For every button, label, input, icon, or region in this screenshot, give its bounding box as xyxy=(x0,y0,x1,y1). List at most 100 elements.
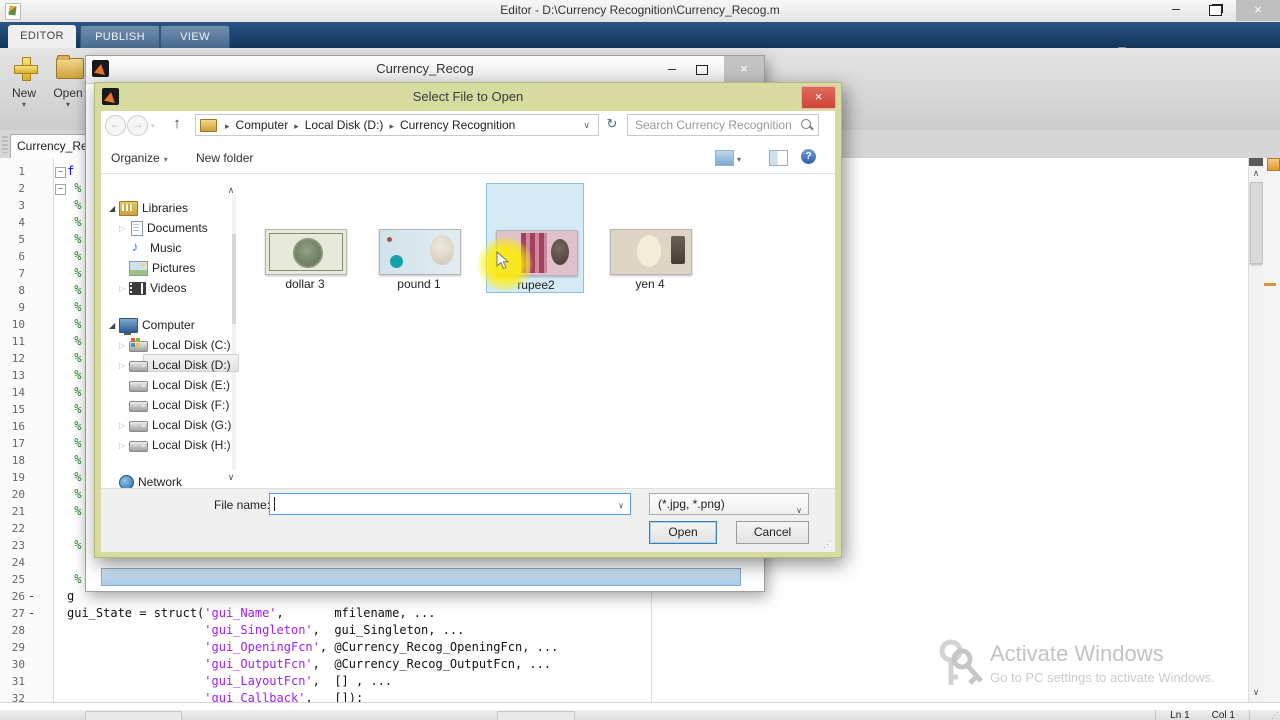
warning-tick-marker[interactable] xyxy=(1264,283,1276,286)
code-fold-icon[interactable]: − xyxy=(55,167,66,178)
code-text: % xyxy=(67,504,82,518)
tree-expander-icon[interactable]: ▷ xyxy=(119,284,129,293)
open-button-label: Open xyxy=(53,86,83,100)
file-name-input[interactable]: ∨ xyxy=(269,493,631,515)
line-number: 28 xyxy=(11,624,25,637)
open-folder-icon xyxy=(56,55,84,79)
tree-item-libraries[interactable]: ◢ Libraries xyxy=(109,199,188,217)
line-number: 16 xyxy=(11,420,25,433)
figure-maximize-icon[interactable] xyxy=(696,65,708,75)
yen-banknote-thumbnail xyxy=(610,229,692,275)
back-button[interactable]: ← xyxy=(105,115,126,136)
ribbon-tab-publish[interactable]: PUBLISH xyxy=(80,25,160,49)
line-number: 6 xyxy=(18,250,25,263)
figure-minimize-icon[interactable]: – xyxy=(662,61,682,75)
search-input[interactable]: Search Currency Recognition xyxy=(627,114,819,136)
figure-title-bar[interactable]: Currency_Recog – × xyxy=(86,56,764,84)
dialog-resize-grip[interactable]: ⋰ xyxy=(823,539,832,550)
tree-item-local-disk-d-[interactable]: ▷ Local Disk (D:) xyxy=(119,356,231,374)
tree-expander-icon[interactable]: ▷ xyxy=(119,224,129,233)
file-type-select[interactable]: (*.jpg, *.png) ∨ xyxy=(649,493,809,515)
restore-icon[interactable] xyxy=(1209,5,1222,16)
open-dropdown-caret[interactable]: ▾ xyxy=(48,100,88,109)
tree-item-computer[interactable]: ◢ Computer xyxy=(109,316,195,335)
tree-item-local-disk-h-[interactable]: ▷ Local Disk (H:) xyxy=(119,436,231,454)
executable-line-marker[interactable]: - xyxy=(28,605,35,622)
address-breadcrumb-bar[interactable]: ▸ Computer ▸ Local Disk (D:) ▸ Currency Recog… xyxy=(195,114,599,136)
tree-item-local-disk-f-[interactable]: Local Disk (F:) xyxy=(119,396,229,414)
tree-item-local-disk-c-[interactable]: ▷ Local Disk (C:) xyxy=(119,336,231,354)
file-item-yen-4[interactable]: yen 4 xyxy=(601,183,699,293)
line-number: 20 xyxy=(11,488,25,501)
tree-item-pictures[interactable]: Pictures xyxy=(119,259,195,277)
tree-scrollbar-thumb[interactable] xyxy=(232,234,236,324)
open-button[interactable]: Open ▾ xyxy=(48,54,88,124)
ribbon-tab-view[interactable]: VIEW xyxy=(160,25,230,49)
forward-button[interactable]: → xyxy=(127,115,148,136)
breadcrumb-separator-icon[interactable]: ▸ xyxy=(389,121,394,131)
ribbon-tab-editor[interactable]: EDITOR xyxy=(8,25,76,48)
new-folder-button[interactable]: New folder xyxy=(196,151,253,165)
breadcrumb-separator-icon[interactable]: ▸ xyxy=(225,121,230,131)
line-indicator: Ln 1 xyxy=(1170,709,1190,720)
help-icon[interactable]: ? xyxy=(801,149,816,164)
new-dropdown-caret[interactable]: ▾ xyxy=(4,100,44,109)
up-one-level-button[interactable]: ↑ xyxy=(167,115,187,132)
tree-item-videos[interactable]: ▷ Videos xyxy=(119,279,186,297)
breadcrumb-item[interactable]: Local Disk (D:) xyxy=(305,118,384,132)
window-resize-grip[interactable]: ⋰ xyxy=(1271,711,1279,720)
dialog-title-bar[interactable]: Select File to Open × xyxy=(95,83,841,111)
panel-grip[interactable] xyxy=(2,136,8,153)
code-fold-icon[interactable]: − xyxy=(55,184,66,195)
warning-marker[interactable] xyxy=(1267,158,1280,171)
views-icon[interactable] xyxy=(715,150,734,166)
tree-expander-icon[interactable]: ▷ xyxy=(119,421,129,430)
organize-menu[interactable]: Organize ▾ xyxy=(111,151,168,165)
figure-selected-field[interactable] xyxy=(101,568,741,586)
cancel-button[interactable]: Cancel xyxy=(736,521,809,544)
tree-expander-icon[interactable]: ▷ xyxy=(119,361,129,370)
tree-expander-icon[interactable]: ▷ xyxy=(119,341,129,350)
file-item-pound-1[interactable]: pound 1 xyxy=(370,183,468,293)
figure-close-icon[interactable]: × xyxy=(724,56,764,82)
new-button[interactable]: New ▾ xyxy=(4,54,44,124)
tree-item-music[interactable]: Music xyxy=(119,239,181,257)
minimize-icon[interactable]: – xyxy=(1164,1,1188,18)
tree-item-local-disk-e-[interactable]: Local Disk (E:) xyxy=(119,376,230,394)
tree-item-network[interactable]: Network xyxy=(109,473,182,488)
tree-item-local-disk-g-[interactable]: ▷ Local Disk (G:) xyxy=(119,416,231,434)
refresh-icon[interactable]: ↻ xyxy=(603,116,621,132)
tree-scroll-down-icon[interactable]: ∨ xyxy=(225,472,237,483)
file-name-caret-icon[interactable]: ∨ xyxy=(618,501,624,510)
code-line-27[interactable]: 27- gui_State = struct('gui_Name', mfilen… xyxy=(0,605,1280,622)
tree-item-documents[interactable]: ▷ Documents xyxy=(119,219,208,237)
code-text: 'gui_OpeningFcn', @Currency_Recog_Openin… xyxy=(204,640,559,654)
history-caret-icon[interactable]: ▾ xyxy=(151,122,155,130)
breadcrumb-separator-icon[interactable]: ▸ xyxy=(294,121,299,131)
dialog-close-icon[interactable]: × xyxy=(801,86,836,109)
tree-item-label: Videos xyxy=(150,281,187,295)
scroll-up-icon[interactable]: ∧ xyxy=(1249,168,1263,179)
editor-vertical-scrollbar[interactable]: ∧ ∨ xyxy=(1248,158,1263,702)
scrollbar-thumb[interactable] xyxy=(1250,182,1263,264)
code-text: % xyxy=(67,419,82,433)
preview-pane-icon[interactable] xyxy=(769,150,788,166)
address-dropdown-caret[interactable]: ∨ xyxy=(583,120,590,131)
breadcrumb-item[interactable]: Currency Recognition xyxy=(400,118,515,132)
line-number: 5 xyxy=(18,233,25,246)
tree-expander-icon[interactable]: ▷ xyxy=(119,441,129,450)
tree-expander-icon[interactable]: ◢ xyxy=(109,204,119,213)
tree-expander-icon[interactable]: ◢ xyxy=(109,321,119,330)
breadcrumb-item[interactable]: Computer xyxy=(236,118,289,132)
code-text: % xyxy=(67,215,82,229)
new-folder-label: New folder xyxy=(196,151,254,165)
tree-item-label: Pictures xyxy=(152,261,196,275)
code-text: % xyxy=(67,470,82,484)
dialog-footer: File name: ∨ (*.jpg, *.png) ∨ Open Cance… xyxy=(101,488,835,552)
line-number: 7 xyxy=(18,267,25,280)
views-caret-icon[interactable]: ▾ xyxy=(737,155,741,164)
open-confirm-button[interactable]: Open xyxy=(649,521,717,544)
file-item-dollar-3[interactable]: dollar 3 xyxy=(256,183,354,293)
executable-line-marker[interactable]: - xyxy=(28,588,35,605)
close-icon[interactable]: × xyxy=(1236,0,1280,21)
